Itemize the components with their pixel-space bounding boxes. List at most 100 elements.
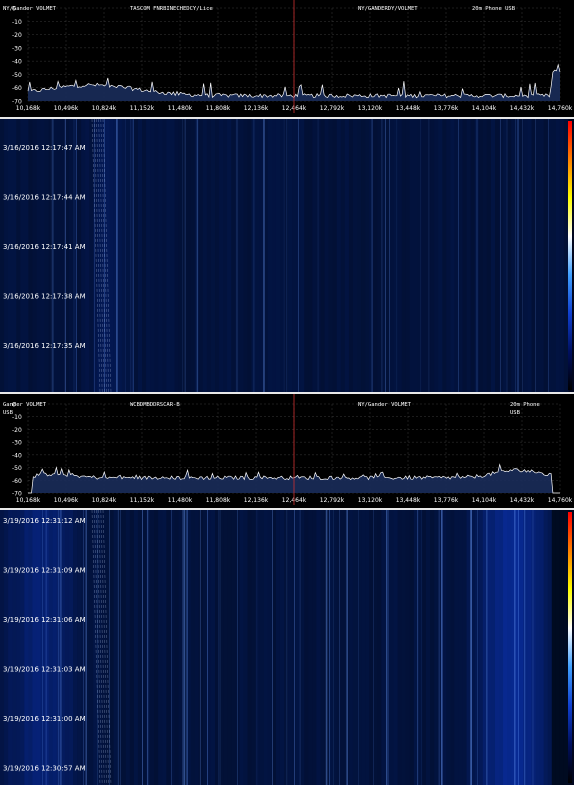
x-tick-label: 13,776k [434, 105, 459, 112]
waterfall-column [336, 119, 342, 392]
waterfall-column [4, 510, 9, 785]
waterfall-column [551, 510, 557, 785]
waterfall-column [292, 119, 297, 392]
x-tick-label: 10,496k [54, 497, 79, 504]
waterfall-column [64, 510, 70, 785]
waterfall-column [81, 119, 86, 392]
waterfall-column [507, 510, 512, 785]
waterfall-column [527, 119, 532, 392]
waterfall-column [162, 119, 167, 392]
waterfall-column [227, 119, 232, 392]
waterfall-column [279, 510, 285, 785]
waterfall-column [300, 119, 305, 392]
waterfall-column [121, 510, 127, 785]
waterfall-column [28, 510, 33, 785]
waterfall-column [369, 119, 374, 392]
waterfall-column [109, 119, 115, 392]
timestamp-label: 3/19/2016 12:31:03 AM [3, 666, 86, 674]
timestamp-label: 3/19/2016 12:31:09 AM [3, 567, 86, 575]
station-annotation: 20m Phone USB [472, 6, 516, 12]
x-tick-label: 10,496k [54, 105, 79, 112]
waterfall-column [405, 119, 411, 392]
waterfall-column [68, 510, 74, 785]
waterfall-column [259, 510, 265, 785]
waterfall-column [300, 510, 305, 785]
station-annotation: NY/Gander VOLMET [3, 6, 57, 12]
waterfall-plot-2: 3/19/2016 12:31:12 AM 3/19/2016 12:31:09 … [0, 510, 569, 785]
waterfall-column [174, 510, 180, 785]
x-tick-label: 14,432k [510, 105, 535, 112]
waterfall-plot-1: 3/16/2016 12:17:47 AM 3/16/2016 12:17:44 … [0, 119, 569, 392]
waterfall-column [405, 510, 411, 785]
waterfall-column [458, 510, 464, 785]
waterfall-column [206, 119, 212, 392]
waterfall-column [73, 119, 78, 392]
waterfall-column [288, 119, 293, 392]
waterfall-column [198, 119, 204, 392]
waterfall-column [559, 510, 565, 785]
waterfall-column [503, 510, 508, 785]
x-tick-label: 10,824k [92, 105, 117, 112]
waterfall-column [361, 119, 366, 392]
waterfall-column [24, 119, 29, 392]
station-annotation: 20m Phone [510, 402, 540, 408]
station-annotation: NY/Gander VOLMET [358, 402, 412, 408]
waterfall-column [442, 510, 447, 785]
waterfall-column [438, 119, 443, 392]
x-tick-label: 14,760k [548, 497, 573, 504]
waterfall-column [48, 510, 54, 785]
waterfall-column [194, 119, 200, 392]
waterfall-column [190, 510, 196, 785]
waterfall-column [198, 510, 204, 785]
waterfall-column [328, 510, 334, 785]
x-tick-label: 13,448k [396, 497, 421, 504]
waterfall-column [129, 510, 135, 785]
waterfall-column [190, 119, 196, 392]
colormap-bar-2 [568, 512, 572, 783]
waterfall-column [137, 510, 143, 785]
waterfall-column [210, 510, 216, 785]
waterfall-column [430, 510, 435, 785]
waterfall-column [186, 510, 192, 785]
waterfall-column [470, 119, 476, 392]
y-tick-label: -60 [12, 478, 22, 485]
waterfall-column [442, 119, 447, 392]
waterfall-column [186, 119, 192, 392]
waterfall-column [426, 119, 431, 392]
waterfall-column [227, 510, 232, 785]
waterfall-column [340, 119, 346, 392]
waterfall-column [178, 119, 184, 392]
timestamp-label: 3/16/2016 12:17:38 AM [3, 293, 86, 301]
waterfall-column [16, 119, 21, 392]
waterfall-column [308, 119, 313, 392]
waterfall-column [535, 510, 541, 785]
x-tick-label: 13,120k [358, 105, 383, 112]
waterfall-column [482, 119, 488, 392]
y-tick-label: -10 [12, 414, 22, 421]
waterfall-column [32, 510, 38, 785]
y-tick-label: -60 [12, 85, 22, 92]
y-tick-label: -10 [12, 19, 22, 26]
timestamp-label: 3/19/2016 12:31:06 AM [3, 616, 86, 624]
x-tick-label: 11,480k [168, 105, 193, 112]
waterfall-column [486, 119, 492, 392]
waterfall-column [117, 119, 123, 392]
waterfall-column [389, 510, 395, 785]
waterfall-column [0, 510, 5, 785]
x-tick-label: 10,168k [16, 105, 41, 112]
waterfall-column [60, 510, 66, 785]
waterfall-column [377, 119, 382, 392]
y-tick-label: -30 [12, 440, 22, 447]
waterfall-column [12, 119, 17, 392]
waterfall-column [462, 119, 468, 392]
waterfall-column [369, 510, 374, 785]
waterfall-column [523, 119, 528, 392]
y-tick-label: -40 [12, 452, 22, 459]
x-tick-label: 14,104k [472, 105, 497, 112]
waterfall-column [154, 119, 159, 392]
waterfall-column [304, 510, 309, 785]
waterfall-column [511, 119, 516, 392]
waterfall-column [194, 510, 200, 785]
waterfall-column [125, 119, 131, 392]
waterfall-column [20, 510, 25, 785]
